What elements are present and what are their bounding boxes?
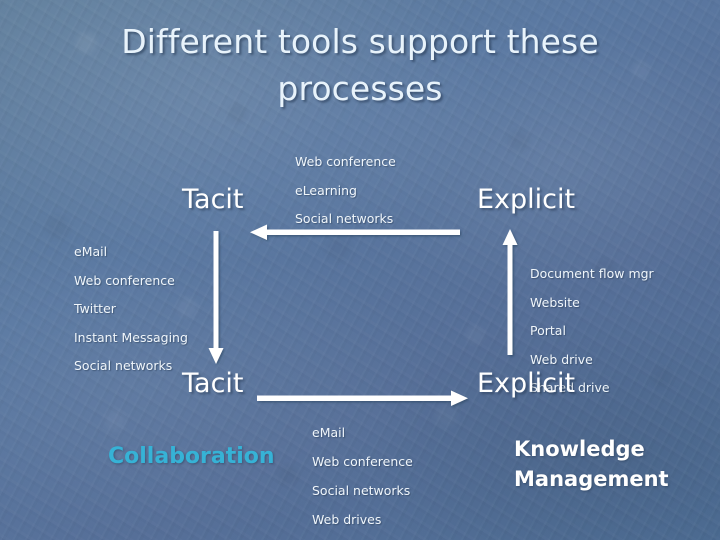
list-item: Document flow mgr	[530, 266, 654, 281]
list-item: Web conference	[295, 154, 396, 169]
slide-canvas: Different tools support these processes …	[0, 0, 720, 540]
list-item: Instant Messaging	[74, 329, 188, 345]
list-item: Web conference	[74, 272, 175, 288]
knowledge-management-line2: Management	[514, 467, 669, 491]
knowledge-management-label: Knowledge Management	[514, 434, 669, 494]
list-item: Social networks	[312, 483, 411, 498]
list-item: Social networks	[295, 211, 394, 226]
list-item: Web conference	[312, 454, 413, 469]
collaboration-label: Collaboration	[108, 444, 275, 469]
explicit-label-bottom: Explicit	[477, 368, 576, 399]
list-item: eMail	[312, 425, 346, 440]
list-item: Portal	[530, 323, 566, 339]
list-item: eMail	[74, 244, 108, 259]
list-item: Web drives	[312, 512, 382, 527]
tacit-label-top: Tacit	[182, 184, 244, 215]
list-item: Twitter	[74, 301, 116, 317]
tacit-label-bottom: Tacit	[182, 368, 244, 399]
explicit-label-top: Explicit	[477, 184, 576, 215]
page-title: Different tools support these processes	[121, 22, 599, 108]
bottom-tool-list: eMail Web conference Social networks Web…	[312, 418, 413, 534]
list-item: Social networks	[74, 358, 173, 374]
top-tool-list: Web conference eLearning Social networks	[295, 148, 396, 234]
list-item: eLearning	[295, 182, 357, 198]
arrow-left-to-right-icon	[257, 390, 468, 406]
list-item: Website	[530, 294, 580, 310]
arrow-down-icon	[208, 231, 224, 364]
arrow-up-icon	[502, 229, 518, 355]
knowledge-management-line1: Knowledge	[514, 437, 645, 461]
left-tool-list: eMail Web conference Twitter Instant Mes…	[74, 238, 188, 381]
